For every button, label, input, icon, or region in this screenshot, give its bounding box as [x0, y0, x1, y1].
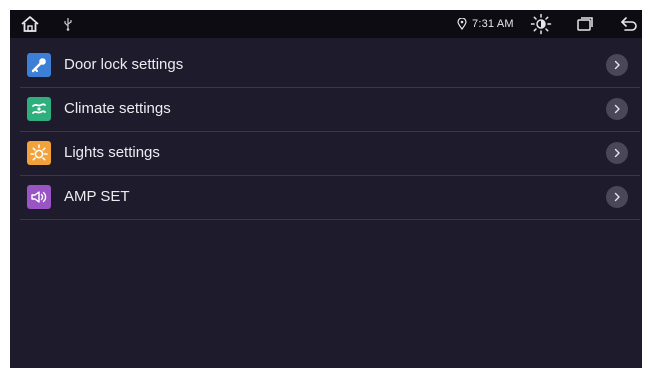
climate-settings-item[interactable]: Climate settings: [20, 88, 640, 132]
chevron-right-icon[interactable]: [606, 98, 628, 120]
lights-settings-item[interactable]: Lights settings: [20, 132, 640, 176]
home-icon[interactable]: [18, 13, 42, 35]
settings-item-label: Lights settings: [64, 144, 160, 161]
amp-set-item[interactable]: AMP SET: [20, 176, 640, 220]
settings-item-label: Door lock settings: [64, 56, 184, 73]
settings-item-label: Climate settings: [64, 100, 171, 117]
recent-apps-icon[interactable]: [575, 15, 595, 33]
speaker-icon: [27, 185, 51, 209]
door-lock-settings-item[interactable]: Door lock settings: [20, 44, 640, 88]
location-icon: [456, 17, 468, 31]
brightness-icon[interactable]: [529, 12, 553, 36]
sun-icon: [27, 141, 51, 165]
usb-icon: [60, 15, 76, 33]
settings-list: Door lock settings Climate settings Ligh…: [20, 44, 640, 220]
fan-icon: [27, 97, 51, 121]
settings-screen: 7:31 AM Door lock settings Climate setti…: [10, 10, 642, 368]
back-icon[interactable]: [618, 15, 640, 33]
key-icon: [27, 53, 51, 77]
chevron-right-icon[interactable]: [606, 186, 628, 208]
status-time: 7:31 AM: [472, 18, 514, 30]
chevron-right-icon[interactable]: [606, 142, 628, 164]
chevron-right-icon[interactable]: [606, 54, 628, 76]
settings-item-label: AMP SET: [64, 188, 130, 205]
status-bar: 7:31 AM: [10, 10, 642, 38]
